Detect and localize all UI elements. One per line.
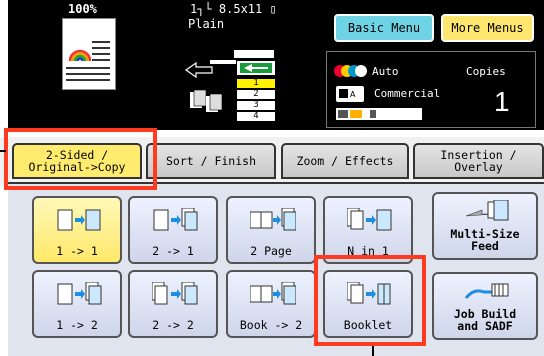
option-2-page[interactable]: 2 Page — [226, 196, 316, 264]
option-2-to-1[interactable]: 2 -> 1 — [128, 196, 218, 264]
two-to-one-icon — [153, 208, 198, 231]
job-build-icon — [464, 283, 509, 299]
original-preview — [62, 18, 116, 90]
color-mode-label: Auto — [372, 65, 399, 78]
multi-size-icon — [465, 200, 509, 221]
one-to-one-icon — [57, 209, 101, 231]
two-page-icon — [250, 208, 296, 231]
highlight-booklet — [314, 255, 426, 346]
paper-size-readout: 1┐└ 8.5x11 ▯ — [190, 2, 277, 16]
option-n-in-1[interactable]: N in 1 — [323, 196, 413, 264]
zoom-readout: 100% — [68, 2, 97, 16]
tray-4[interactable]: 4 — [236, 111, 276, 122]
paper-trays: 1 2 3 4 — [236, 78, 276, 122]
paper-type-readout: Plain — [188, 17, 225, 31]
option-label: 2 Page — [250, 244, 292, 258]
option-label: 2 -> 1 — [152, 244, 194, 258]
output-stack-icon — [190, 89, 223, 112]
option-label: 1 -> 2 — [56, 318, 98, 332]
more-menus-button[interactable]: More Menus — [441, 14, 534, 42]
highlight-2-sided-tab — [4, 128, 157, 190]
option-book-to-2[interactable]: Book -> 2 — [226, 270, 316, 338]
option-1-to-1[interactable]: 1 -> 1 — [32, 196, 122, 264]
book-to-two-icon — [250, 282, 296, 305]
option-1-to-2[interactable]: 1 -> 2 — [32, 270, 122, 338]
option-label: 1 -> 1 — [56, 244, 98, 258]
option-label: 2 -> 2 — [152, 318, 194, 332]
density-slider[interactable] — [336, 108, 422, 120]
selected-tray-indicator — [236, 60, 276, 76]
job-build-sadf-label: Job Build and SADF — [453, 307, 517, 333]
one-to-two-icon — [57, 282, 102, 305]
callout-line — [372, 346, 374, 356]
copies-count: 1 — [494, 86, 510, 117]
tray-2[interactable]: 2 — [236, 89, 276, 100]
option-2-to-2[interactable]: 2 -> 2 — [128, 270, 218, 338]
rainbow-icon — [69, 49, 91, 62]
color-mode-icon — [334, 65, 367, 77]
arrow-left-icon — [240, 63, 272, 73]
svg-text:A: A — [350, 90, 356, 99]
multi-size-feed-button[interactable]: Multi-Size Feed — [432, 192, 538, 260]
two-to-two-icon — [152, 282, 198, 305]
n-in-one-icon — [347, 208, 392, 231]
original-mode-icon: A — [336, 86, 364, 102]
basic-menu-button[interactable]: Basic Menu — [334, 14, 434, 42]
copies-label: Copies — [466, 65, 506, 78]
multi-size-feed-label: Multi-Size Feed — [450, 227, 520, 253]
tray-1[interactable]: 1 — [236, 78, 276, 89]
tab-sort-finish[interactable]: Sort / Finish — [146, 143, 276, 179]
tab-zoom-effects[interactable]: Zoom / Effects — [281, 143, 409, 179]
job-build-sadf-button[interactable]: Job Build and SADF — [432, 272, 538, 340]
option-label: Book -> 2 — [239, 318, 303, 332]
callout-line — [0, 150, 6, 152]
tray-3[interactable]: 3 — [236, 100, 276, 111]
tab-insertion-overlay[interactable]: Insertion / Overlay — [413, 143, 544, 179]
original-mode-label: Commercial — [374, 87, 441, 100]
